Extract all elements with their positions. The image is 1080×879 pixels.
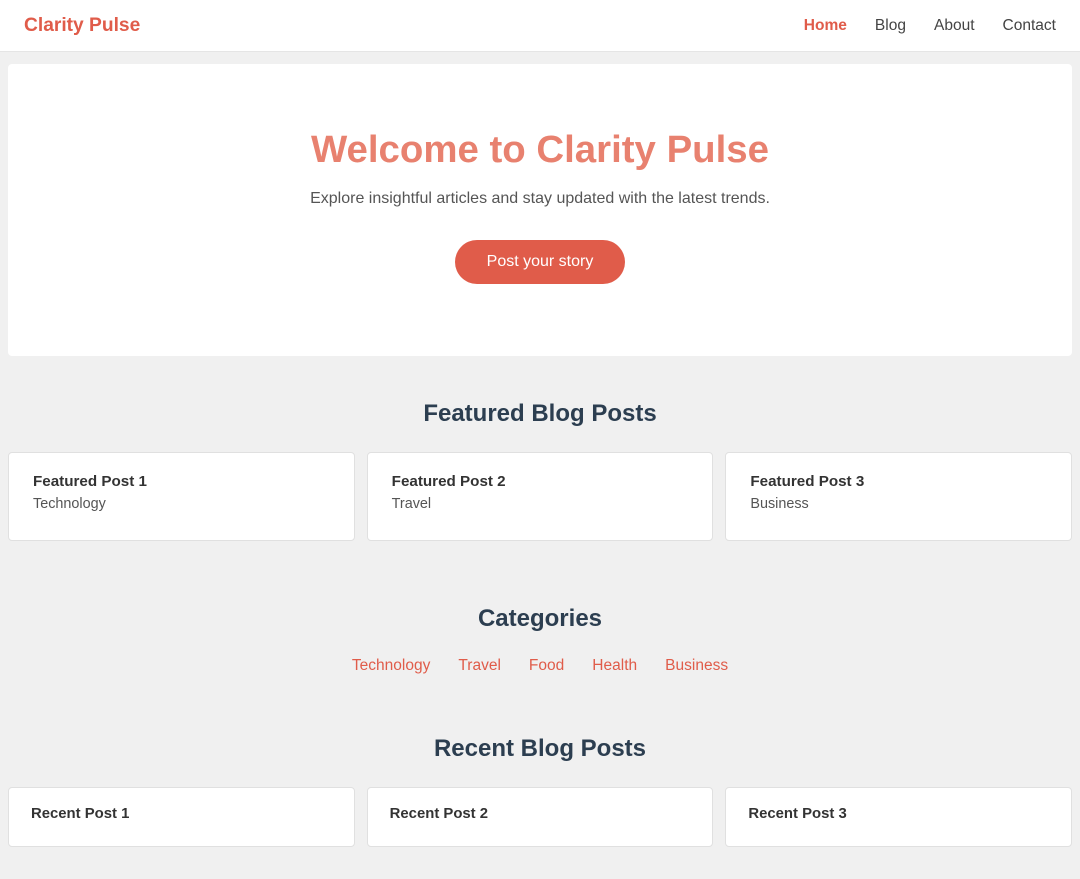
category-health[interactable]: Health	[592, 657, 637, 674]
featured-card-1[interactable]: Featured Post 1 Technology	[8, 452, 355, 541]
featured-section: Featured Blog Posts Featured Post 1 Tech…	[0, 368, 1080, 573]
category-food[interactable]: Food	[529, 657, 564, 674]
hero-title: Welcome to Clarity Pulse	[48, 128, 1032, 172]
navbar: Clarity Pulse Home Blog About Contact	[0, 0, 1080, 52]
featured-card-2-category: Travel	[392, 496, 689, 512]
nav-links: Home Blog About Contact	[804, 17, 1056, 35]
recent-card-1[interactable]: Recent Post 1	[8, 787, 355, 847]
nav-link-contact[interactable]: Contact	[1003, 17, 1056, 34]
nav-link-blog[interactable]: Blog	[875, 17, 906, 34]
featured-card-2[interactable]: Featured Post 2 Travel	[367, 452, 714, 541]
recent-card-2-title: Recent Post 2	[390, 806, 691, 822]
featured-card-1-category: Technology	[33, 496, 330, 512]
post-story-button[interactable]: Post your story	[455, 240, 626, 284]
categories-title: Categories	[8, 605, 1072, 633]
category-business[interactable]: Business	[665, 657, 728, 674]
recent-cards-row: Recent Post 1 Recent Post 2 Recent Post …	[8, 787, 1072, 847]
category-travel[interactable]: Travel	[458, 657, 501, 674]
featured-card-3[interactable]: Featured Post 3 Business	[725, 452, 1072, 541]
categories-section: Categories Technology Travel Food Health…	[0, 573, 1080, 703]
recent-title: Recent Blog Posts	[8, 735, 1072, 763]
featured-card-3-category: Business	[750, 496, 1047, 512]
hero-section: Welcome to Clarity Pulse Explore insight…	[8, 64, 1072, 356]
featured-card-2-title: Featured Post 2	[392, 473, 689, 490]
category-technology[interactable]: Technology	[352, 657, 431, 674]
site-logo[interactable]: Clarity Pulse	[24, 15, 140, 37]
recent-card-3[interactable]: Recent Post 3	[725, 787, 1072, 847]
recent-card-2[interactable]: Recent Post 2	[367, 787, 714, 847]
recent-card-3-title: Recent Post 3	[748, 806, 1049, 822]
recent-section: Recent Blog Posts Recent Post 1 Recent P…	[0, 703, 1080, 879]
categories-list: Technology Travel Food Health Business	[8, 657, 1072, 675]
featured-card-3-title: Featured Post 3	[750, 473, 1047, 490]
hero-subtitle: Explore insightful articles and stay upd…	[48, 190, 1032, 208]
recent-card-1-title: Recent Post 1	[31, 806, 332, 822]
featured-title: Featured Blog Posts	[8, 400, 1072, 428]
nav-link-home[interactable]: Home	[804, 17, 847, 34]
featured-cards-row: Featured Post 1 Technology Featured Post…	[8, 452, 1072, 541]
nav-link-about[interactable]: About	[934, 17, 975, 34]
featured-card-1-title: Featured Post 1	[33, 473, 330, 490]
